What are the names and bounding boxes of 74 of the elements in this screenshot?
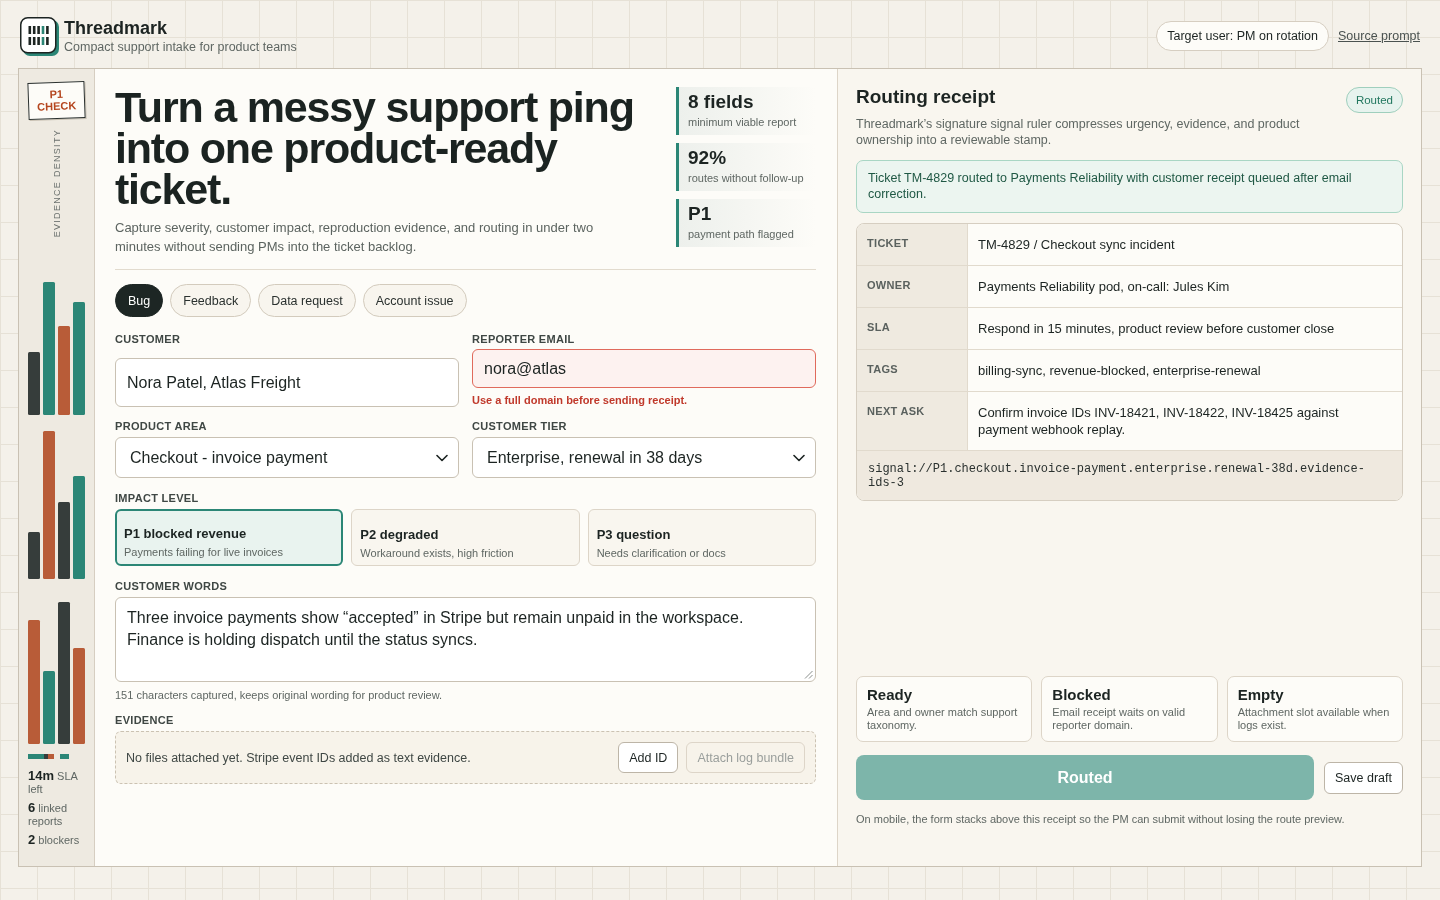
rail-stat: 14m SLA left [28,769,79,797]
request-type-tab[interactable]: Account issue [362,284,467,317]
signal-code: signal://P1.checkout.invoice-payment.enterprise.renewal-38d.evidence-ids-3 [857,451,1402,500]
stat-label: routes without follow-up [688,171,805,186]
field-label: CUSTOMER [115,333,182,346]
bars-logo-icon [20,16,59,56]
request-type-tab[interactable]: Data request [258,284,356,317]
option-title: P2 degraded [360,526,440,543]
stat-value: P1 [688,202,713,225]
status-description: Area and owner match support taxonomy. [867,706,1019,732]
rail-stat: 6 linked reports [28,801,69,829]
helper-text: 151 characters captured, keeps original wording for product review. [115,689,444,702]
field-label: EVIDENCE [115,714,175,727]
stat-label: payment path flagged [688,227,795,242]
option-title: P3 question [596,526,672,543]
value-cell-text: Respond in 15 minutes, product review before customer close [977,320,1336,338]
label-cell: TICKET [857,224,968,265]
error-message: Use a full domain before sending receipt. [472,394,689,407]
option-title: P1 blocked revenue [124,526,248,542]
priority-stamp: P1 CHECK [27,81,86,120]
option-description: Workaround exists, high friction [360,545,515,560]
footnote: On mobile, the form stacks above this receipt so the PM can submit without losing the route preview. [856,813,1346,826]
field-label: IMPACT LEVEL [115,492,200,505]
field-label: PRODUCT AREA [115,420,208,433]
receipt-description: Threadmark’s signature signal ruler compresses urgency, evidence, and product ownership into a reviewable stamp. [856,116,1301,148]
request-type-tab[interactable]: Feedback [170,284,252,317]
option-description: Needs clarification or docs [596,545,727,560]
rail-label: EVIDENCE DENSITY [51,129,62,238]
value-cell-text: TM-4829 / Checkout sync incident [977,236,1176,254]
status-title: Ready [867,686,914,704]
target-user-pill: Target user: PM on rotation [1156,21,1329,51]
status-title: Blocked [1052,686,1112,704]
stat-value: 92% [688,146,728,169]
value-cell-text: Confirm invoice IDs INV-18421, INV-18422, INV-18425 against payment webhook replay. [977,404,1340,439]
status-badge: Routed [1345,87,1403,113]
field-label: CUSTOMER TIER [472,420,568,433]
select-field[interactable]: Checkout - invoice payment [115,437,459,478]
impact-option[interactable]: P3 question Needs clarification or docs [587,509,816,566]
chevron-down-icon [436,453,448,462]
hero-headline: Turn a messy support ping into one product-ready ticket. [115,87,635,210]
receipt-title: Routing receipt [856,86,996,108]
segment-strip-icon [28,754,69,760]
rail-stat: 2 blockers [28,833,81,848]
option-description: Payments failing for live invoices [124,545,284,559]
label-cell: OWNER [857,266,968,307]
label-cell: SLA [857,308,968,349]
save-draft-button[interactable]: Save draft [1324,761,1403,794]
text-area[interactable]: Three invoice payments show “accepted” in Stripe but remain unpaid in the workspace. Finance is holding dispatch until the status syncs. [115,597,816,682]
route-alert: Ticket TM-4829 routed to Payments Reliability with customer receipt queued after email correction. [856,160,1403,213]
stat-label: minimum viable report [688,115,798,130]
app-tagline: Compact support intake for product teams [64,38,297,55]
request-type-tab[interactable]: Bug [115,284,164,317]
label-cell: NEXT ASK [857,392,968,450]
source-link[interactable]: Source prompt [1338,29,1420,43]
add-button[interactable]: Add ID [618,742,679,773]
status-description: Attachment slot available when logs exist. [1237,706,1391,732]
evidence-note: No files attached yet. Stripe event IDs added as text evidence. [126,750,472,765]
app-name: Threadmark [64,17,169,39]
value-cell-text: Payments Reliability pod, on-call: Jules Kim [977,278,1231,296]
resize-grip-icon [804,670,813,679]
stat-value: 8 fields [688,90,755,113]
status-description: Email receipt waits on valid reporter domain. [1052,706,1186,732]
chevron-down-icon [793,453,805,462]
hero-subtitle: Capture severity, customer impact, reproduction evidence, and routing in under two minutes without sending PMs into the ticket backlog. [115,219,595,256]
impact-option[interactable]: P2 degraded Workaround exists, high friction [351,509,580,566]
status-title: Empty [1237,686,1285,704]
value-cell-text: billing-sync, revenue-blocked, enterprise-renewal [977,362,1262,380]
label-cell: TAGS [857,350,968,391]
field-label: CUSTOMER WORDS [115,580,229,593]
text-input[interactable]: Nora Patel, Atlas Freight [115,358,459,407]
select-field[interactable]: Enterprise, renewal in 38 days [472,437,816,478]
text-input[interactable]: nora@atlas [472,349,816,388]
impact-option[interactable]: P1 blocked revenue Payments failing for live invoices [115,509,344,566]
field-label: REPORTER EMAIL [472,333,576,346]
